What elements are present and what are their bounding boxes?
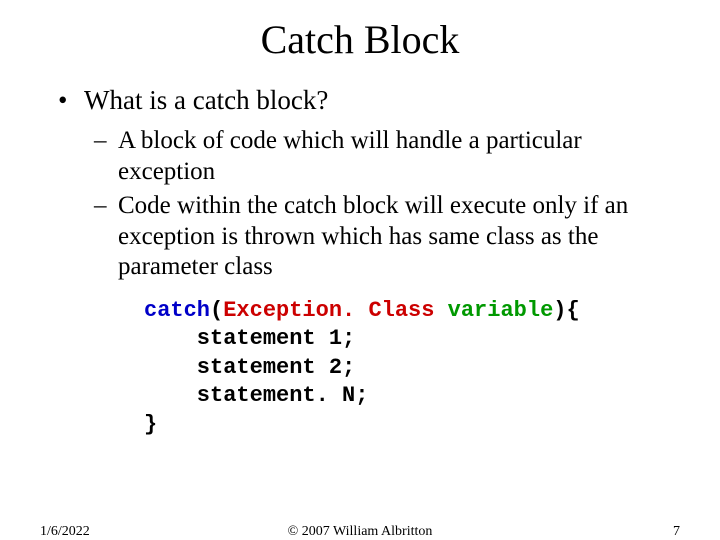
code-block: catch(Exception. Class variable){ statem…	[144, 297, 680, 440]
slide-title: Catch Block	[40, 16, 680, 63]
code-line: }	[144, 412, 157, 437]
code-space	[434, 298, 447, 323]
code-line: statement 1;	[144, 326, 355, 351]
code-punct: ){	[553, 298, 579, 323]
code-keyword: catch	[144, 298, 210, 323]
code-line: statement. N;	[144, 383, 368, 408]
bullet-level1: What is a catch block?	[54, 85, 680, 116]
footer-page: 7	[673, 524, 680, 540]
code-line: statement 2;	[144, 355, 355, 380]
bullet-level2: A block of code which will handle a part…	[94, 126, 680, 187]
code-class: Exception. Class	[223, 298, 434, 323]
code-punct: (	[210, 298, 223, 323]
slide: Catch Block What is a catch block? A blo…	[0, 0, 720, 540]
bullet-level2: Code within the catch block will execute…	[94, 191, 680, 283]
footer-copyright: © 2007 William Albritton	[0, 524, 720, 540]
code-variable: variable	[448, 298, 554, 323]
